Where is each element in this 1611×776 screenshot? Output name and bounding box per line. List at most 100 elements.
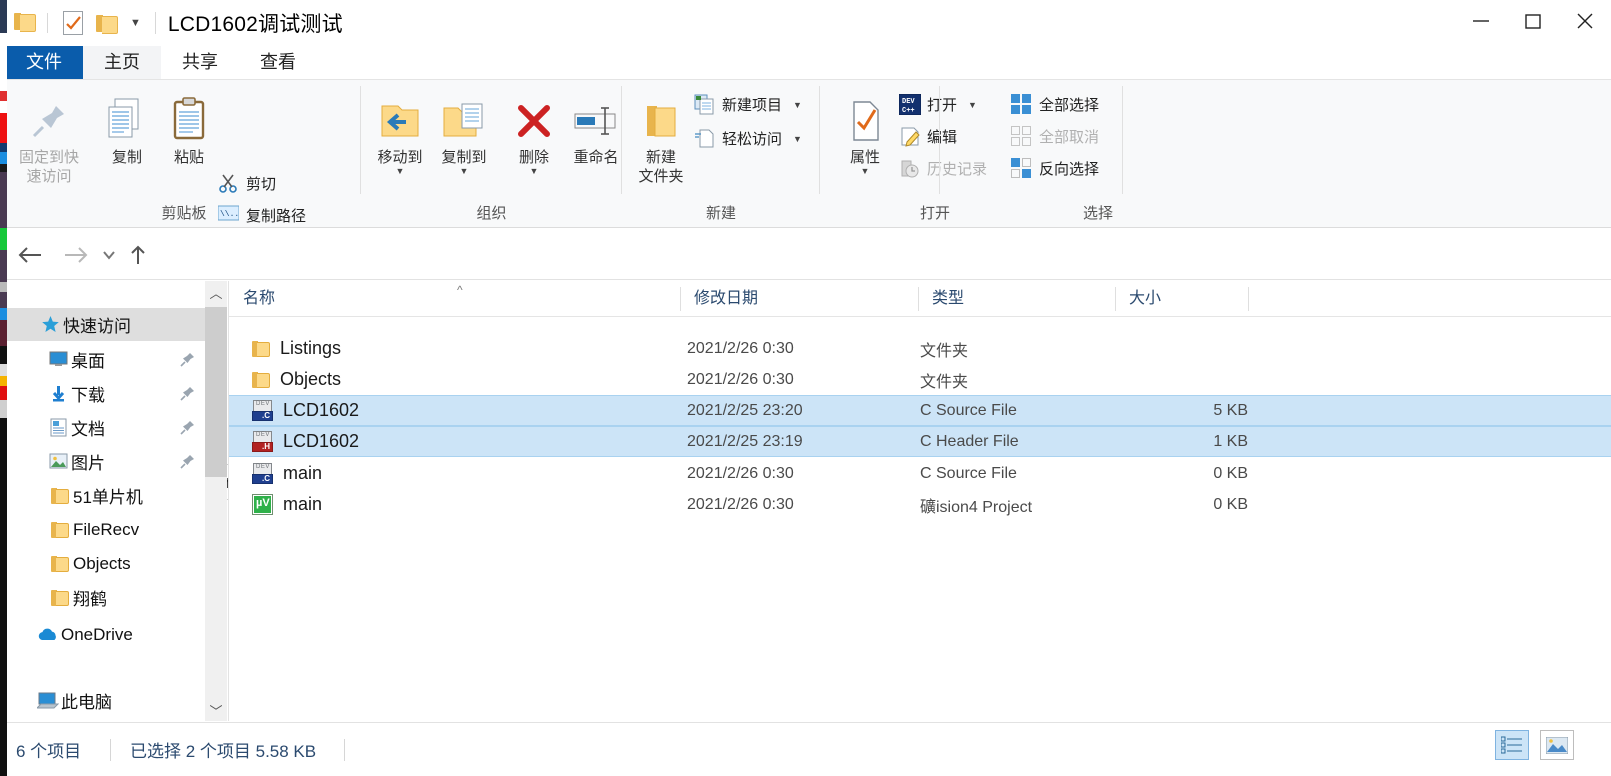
file-type: 文件夹 — [920, 373, 969, 391]
sidebar-item-xianghe[interactable]: 翔鹤 — [7, 581, 205, 614]
history-label: 历史记录 — [927, 161, 988, 178]
easy-access-label: 轻松访问 — [722, 131, 783, 148]
file-name-cell: .C LCD1602 — [252, 400, 359, 421]
history-button[interactable]: 历史记录 — [899, 155, 987, 182]
chevron-down-icon[interactable]: ▼ — [495, 167, 573, 176]
file-name: Listings — [280, 338, 342, 358]
divider — [939, 86, 940, 194]
table-row[interactable]: Listings 2021/2/26 0:30 文件夹 — [229, 333, 1611, 364]
table-row[interactable]: Objects 2021/2/26 0:30 文件夹 — [229, 364, 1611, 395]
documents-icon — [45, 418, 71, 437]
chevron-down-icon[interactable]: ▼ — [425, 167, 503, 176]
pin-icon[interactable] — [180, 420, 195, 440]
copy-to-folder-icon — [425, 88, 503, 144]
forward-button[interactable] — [60, 241, 92, 269]
pin-icon[interactable] — [180, 352, 195, 372]
pin-to-quick-access-button[interactable]: 固定到快 速访问 — [10, 88, 88, 186]
divider — [47, 13, 48, 33]
up-button[interactable] — [124, 241, 152, 269]
pin-icon[interactable] — [180, 386, 195, 406]
sidebar-item-label: OneDrive — [61, 624, 133, 644]
column-date-modified[interactable]: 修改日期 — [680, 281, 918, 316]
table-row[interactable]: .C LCD1602 2021/2/25 23:20 C Source File… — [229, 395, 1611, 426]
select-all-button[interactable]: 全部选择 — [1011, 91, 1099, 118]
chevron-down-icon[interactable]: ▼ — [826, 167, 904, 176]
tab-view[interactable]: 查看 — [239, 46, 317, 79]
group-label-select: 选择 — [1082, 205, 1113, 222]
properties-button[interactable]: 属性 ▼ — [826, 88, 904, 176]
table-row[interactable]: .H LCD1602 2021/2/25 23:19 C Header File… — [229, 426, 1611, 457]
column-type[interactable]: 类型 — [918, 281, 1115, 316]
sidebar-item-filerecv[interactable]: FileRecv — [7, 513, 205, 546]
chevron-down-icon[interactable]: ▼ — [793, 134, 802, 143]
tab-share[interactable]: 共享 — [161, 46, 239, 79]
explorer-menu-icon[interactable] — [14, 13, 36, 33]
sidebar-item-51danpianji[interactable]: 51单片机 — [7, 479, 205, 512]
sidebar-item-objects[interactable]: Objects — [7, 547, 205, 580]
chevron-down-icon[interactable]: ▼ — [968, 100, 977, 109]
divider — [344, 739, 345, 761]
maximize-button[interactable] — [1507, 0, 1559, 42]
details-view-button[interactable] — [1495, 730, 1529, 760]
ribbon-group-organize: 移动到 ▼ 复制到 ▼ 删除 ▼ 重命名 组织 — [361, 80, 622, 228]
tab-file[interactable]: 文件 — [5, 46, 83, 79]
sidebar-item-onedrive[interactable]: OneDrive — [7, 618, 205, 651]
new-folder-icon — [622, 88, 700, 144]
table-row[interactable]: .C main 2021/2/26 0:30 C Source File 0 K… — [229, 458, 1611, 489]
file-name: LCD1602 — [283, 400, 360, 420]
minimize-button[interactable] — [1455, 0, 1507, 42]
sidebar-item-pictures[interactable]: 图片 — [7, 445, 205, 478]
sidebar-item-downloads[interactable]: 下载 — [7, 377, 205, 410]
chevron-down-icon[interactable]: ▼ — [130, 17, 141, 29]
back-button[interactable] — [14, 241, 46, 269]
ribbon: 固定到快 速访问 复制 粘贴 剪切 \\.. 复制路径 剪贴板 移动到 ▼ 复制… — [0, 79, 1611, 258]
onedrive-cloud-icon — [35, 627, 61, 642]
devcpp-open-icon: DEV C++ — [898, 93, 922, 116]
folder-icon — [47, 487, 73, 504]
new-folder-quick-icon[interactable] — [96, 14, 118, 34]
sidebar-item-label: 快速访问 — [63, 317, 131, 336]
table-row[interactable]: µV main 2021/2/26 0:30 礦ision4 Project 0… — [229, 489, 1611, 520]
c-header-file-icon: .H — [252, 431, 273, 452]
sidebar-item-desktop[interactable]: 桌面 — [7, 343, 205, 376]
column-size[interactable]: 大小 — [1115, 281, 1248, 316]
sidebar-item-quick-access[interactable]: 快速访问 — [7, 308, 205, 341]
background-window-edge — [0, 0, 7, 776]
column-name[interactable]: 名称 — [229, 281, 680, 316]
open-with-button[interactable]: DEV C++ 打开 ▼ — [898, 91, 977, 118]
group-label-organize: 组织 — [476, 205, 507, 222]
copy-to-button[interactable]: 复制到 ▼ — [425, 88, 503, 176]
new-item-label: 新建项目 — [722, 97, 783, 114]
sidebar-item-this-pc[interactable]: 此电脑 — [7, 684, 205, 717]
easy-access-button[interactable]: 轻松访问 ▼ — [694, 125, 802, 152]
file-date: 2021/2/25 23:20 — [687, 401, 803, 419]
edit-label: 编辑 — [927, 129, 958, 146]
folder-icon — [252, 369, 270, 390]
column-divider[interactable] — [1248, 287, 1249, 311]
close-button[interactable] — [1559, 0, 1611, 42]
large-icons-view-button[interactable] — [1540, 730, 1574, 760]
edit-button[interactable]: 编辑 — [899, 123, 957, 150]
properties-checkmark-icon[interactable] — [63, 11, 83, 35]
cut-button[interactable]: 剪切 — [218, 170, 276, 197]
scroll-down-arrow-icon[interactable]: ﹀ — [205, 699, 227, 721]
divider — [110, 739, 111, 761]
new-folder-button[interactable]: 新建 文件夹 — [622, 88, 700, 186]
scrollbar-thumb[interactable] — [205, 307, 227, 477]
recent-locations-button[interactable] — [98, 241, 120, 269]
tab-home[interactable]: 主页 — [83, 46, 161, 80]
sidebar-item-label: 桌面 — [71, 352, 105, 371]
pin-icon[interactable] — [180, 454, 195, 474]
properties-icon — [826, 88, 904, 144]
sidebar-item-label: Objects — [73, 553, 131, 573]
navigation-pane-scrollbar[interactable]: ︿ ﹀ — [205, 281, 227, 721]
chevron-down-icon[interactable]: ▼ — [793, 100, 802, 109]
select-none-button[interactable]: 全部取消 — [1011, 123, 1099, 150]
paste-button[interactable]: 粘贴 — [150, 88, 228, 167]
selection-info: 已选择 2 个项目 5.58 KB — [130, 742, 317, 761]
sidebar-item-documents[interactable]: 文档 — [7, 411, 205, 444]
scroll-up-arrow-icon[interactable]: ︿ — [205, 281, 227, 303]
new-item-button[interactable]: 新建项目 ▼ — [694, 91, 802, 118]
invert-selection-button[interactable]: 反向选择 — [1011, 155, 1099, 182]
ribbon-tabs: 文件 主页 共享 查看 ︿ ? — [0, 46, 1611, 118]
